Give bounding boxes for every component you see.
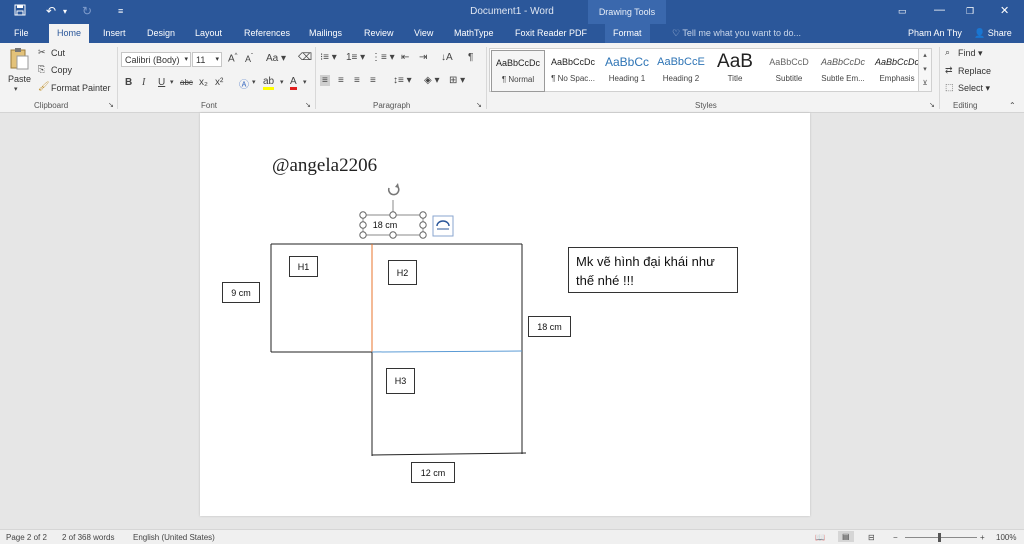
bottom-edge-line xyxy=(371,452,527,456)
zoom-level[interactable]: 100% xyxy=(996,533,1016,542)
zoom-slider-thumb[interactable] xyxy=(938,533,941,542)
word-count[interactable]: 2 of 368 words xyxy=(62,533,114,542)
read-mode-icon[interactable]: 📖 xyxy=(815,533,825,542)
web-layout-icon[interactable]: ⊟ xyxy=(868,533,875,542)
shape-drawing xyxy=(270,183,527,456)
label-bottom-12cm[interactable]: 12 cm xyxy=(411,462,455,483)
label-left-9cm[interactable]: 9 cm xyxy=(222,282,260,303)
zoom-in-icon[interactable]: + xyxy=(980,533,985,542)
page-indicator[interactable]: Page 2 of 2 xyxy=(6,533,47,542)
note-textbox[interactable]: Mk vẽ hình đại khái như thế nhé !!! xyxy=(568,247,738,293)
label-right-18cm[interactable]: 18 cm xyxy=(528,316,571,337)
label-top-18cm[interactable]: 18 cm xyxy=(366,218,404,233)
layout-options-icon xyxy=(432,215,454,237)
label-h3[interactable]: H3 xyxy=(386,368,415,394)
zoom-slider[interactable] xyxy=(905,537,977,538)
label-h1[interactable]: H1 xyxy=(289,256,318,277)
blue-divider-line xyxy=(371,350,523,353)
print-layout-icon[interactable]: ▤ xyxy=(838,531,854,542)
resize-handle xyxy=(419,211,427,219)
status-bar: Page 2 of 2 2 of 368 words English (Unit… xyxy=(0,529,1024,544)
zoom-out-icon[interactable]: − xyxy=(893,533,898,542)
label-h2[interactable]: H2 xyxy=(388,260,417,285)
language-indicator[interactable]: English (United States) xyxy=(133,533,215,542)
rotate-handle-icon xyxy=(387,183,400,196)
resize-handle xyxy=(419,231,427,239)
resize-handle xyxy=(419,221,427,229)
